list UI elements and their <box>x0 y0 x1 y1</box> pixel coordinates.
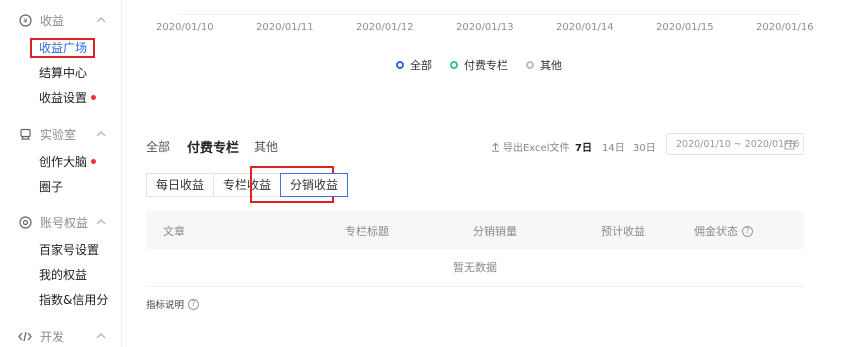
sidebar-item-creative-brain[interactable]: 创作大脑 <box>39 153 97 171</box>
column-header-label: 佣金状态 <box>694 225 738 238</box>
column-header-estimated-income: 预计收益 <box>601 225 645 238</box>
svg-text:¥: ¥ <box>23 17 28 25</box>
legend-label: 付费专栏 <box>464 59 508 72</box>
legend-label: 其他 <box>540 59 562 72</box>
tab-distribution-income[interactable]: 分销收益 <box>280 173 349 197</box>
chevron-up-icon <box>96 219 106 225</box>
chevron-up-icon <box>96 17 106 23</box>
legend-item-all[interactable]: 全部 <box>396 57 432 73</box>
sidebar-item-income-settings[interactable]: 收益设置 <box>39 89 97 107</box>
metrics-explanation-label: 指标说明 <box>146 300 185 311</box>
sidebar-item-circle[interactable]: 圈子 <box>39 178 63 196</box>
sidebar-group-label: 开发 <box>40 329 65 344</box>
tab-other[interactable]: 其他 <box>254 138 278 155</box>
legend-item-paid-column[interactable]: 付费专栏 <box>450 57 508 73</box>
chart-axis-line <box>178 14 798 15</box>
sidebar-group-income[interactable]: ¥ 收益 <box>18 10 106 30</box>
x-tick-label: 2020/01/15 <box>656 22 714 33</box>
sub-tab-group: 每日收益 专栏收益 分销收益 <box>146 173 349 197</box>
column-header-article: 文章 <box>163 225 185 238</box>
column-header-column-title: 专栏标题 <box>345 225 389 238</box>
x-tick-label: 2020/01/10 <box>156 22 214 33</box>
lab-icon <box>18 127 32 141</box>
legend-marker <box>450 61 458 69</box>
help-icon: ? <box>188 298 200 310</box>
sidebar-group-label: 实验室 <box>40 127 77 142</box>
x-tick-label: 2020/01/14 <box>556 22 614 33</box>
sidebar-group-dev[interactable]: 开发 <box>18 326 106 346</box>
sidebar-item-my-rights[interactable]: 我的权益 <box>39 266 87 284</box>
sidebar-item-label: 收益设置 <box>39 91 88 105</box>
calendar-icon <box>784 140 795 150</box>
legend-marker <box>396 61 404 69</box>
sidebar-item-baijiahao-settings[interactable]: 百家号设置 <box>39 241 99 259</box>
legend-marker <box>526 61 534 69</box>
table-header: 文章 专栏标题 分销销量 预计收益 佣金状态 ? <box>146 211 804 249</box>
export-label: 导出Excel文件 <box>503 143 570 154</box>
help-icon[interactable]: ? <box>742 225 753 237</box>
tab-daily-income[interactable]: 每日收益 <box>146 173 215 197</box>
sidebar-item-index-credit[interactable]: 指数&信用分 <box>39 291 108 309</box>
legend-item-other[interactable]: 其他 <box>526 57 562 73</box>
x-tick-label: 2020/01/12 <box>356 22 414 33</box>
sidebar-item-label: 创作大脑 <box>39 155 88 169</box>
range-14d-button[interactable]: 14日 <box>602 139 625 154</box>
sidebar-item-settlement[interactable]: 结算中心 <box>39 64 87 82</box>
export-excel-button[interactable]: 导出Excel文件 <box>491 139 570 154</box>
column-header-distribution-sales: 分销销量 <box>473 225 517 238</box>
income-icon: ¥ <box>18 13 32 27</box>
notification-dot <box>91 159 97 164</box>
account-icon <box>18 215 32 229</box>
x-tick-label: 2020/01/11 <box>256 22 314 33</box>
range-7d-button[interactable]: 7日 <box>575 139 592 154</box>
sidebar: ¥ 收益 收益广场 结算中心 收益设置 实验室 创作大脑 圈子 账号权益 百家号… <box>0 0 122 347</box>
tab-all[interactable]: 全部 <box>146 138 170 155</box>
sidebar-group-lab[interactable]: 实验室 <box>18 124 106 144</box>
upload-icon <box>492 142 499 152</box>
date-range-picker[interactable]: 2020/01/10 ~ 2020/01/16 <box>666 133 804 155</box>
date-range-value: 2020/01/10 ~ 2020/01/16 <box>676 138 800 150</box>
chevron-up-icon <box>96 333 106 339</box>
sidebar-group-label: 账号权益 <box>40 215 89 230</box>
highlight-box <box>30 38 95 58</box>
range-30d-button[interactable]: 30日 <box>633 139 656 154</box>
sidebar-group-label: 收益 <box>40 13 65 28</box>
metrics-explanation[interactable]: 指标说明 ? <box>146 297 200 311</box>
chart-legend: 全部 付费专栏 其他 <box>396 57 580 73</box>
sidebar-group-account[interactable]: 账号权益 <box>18 212 106 232</box>
x-tick-label: 2020/01/16 <box>756 22 814 33</box>
code-icon <box>18 329 32 343</box>
chevron-up-icon <box>96 131 106 137</box>
notification-dot <box>91 95 97 100</box>
tab-paid-column[interactable]: 付费专栏 <box>187 137 239 156</box>
legend-label: 全部 <box>410 59 432 72</box>
table-empty-state: 暂无数据 <box>146 249 804 287</box>
column-header-commission-status: 佣金状态 ? <box>694 223 753 239</box>
x-tick-label: 2020/01/13 <box>456 22 514 33</box>
